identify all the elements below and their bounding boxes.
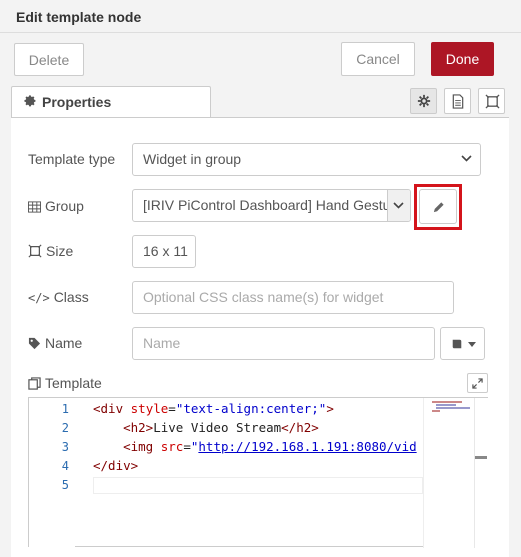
line-number: 2 [61, 421, 69, 435]
frame-icon [28, 244, 42, 258]
name-label: Name [28, 335, 82, 351]
template-label: Template [28, 375, 102, 391]
frame-icon [485, 94, 500, 109]
tab-appearance[interactable] [478, 88, 505, 114]
line-number: 5 [61, 478, 69, 492]
code-line: <img src="http://192.168.1.191:8080/vid [123, 439, 417, 454]
group-value: [IRIV PiControl Dashboard] Hand Gestu [143, 197, 391, 213]
template-editor[interactable]: 1 2 3 4 5 <div style="text-align:center;… [28, 397, 488, 548]
gear-icon [417, 94, 431, 108]
name-icon-picker[interactable] [440, 327, 485, 360]
chevron-down-icon [461, 155, 472, 162]
template-type-label: Template type [28, 151, 116, 167]
code-icon: </> [28, 291, 50, 305]
expand-editor-button[interactable] [467, 373, 488, 393]
tab-description[interactable] [444, 88, 471, 114]
book-icon [452, 339, 462, 349]
tab-label: Properties [42, 94, 112, 110]
group-select[interactable]: [IRIV PiControl Dashboard] Hand Gestu [132, 189, 411, 222]
copy-icon [28, 377, 41, 390]
editor-gutter: 1 2 3 4 5 [29, 398, 75, 548]
caret-down-icon [468, 342, 476, 347]
group-select-toggle[interactable] [387, 190, 410, 221]
cancel-button[interactable]: Cancel [341, 42, 415, 76]
size-button[interactable]: 16 x 11 [132, 235, 196, 268]
done-button[interactable]: Done [431, 42, 494, 76]
dialog-title: Edit template node [16, 9, 142, 25]
group-label: Group [28, 198, 84, 214]
gear-icon [24, 95, 37, 113]
tab-properties[interactable]: Properties [11, 86, 211, 118]
class-label: </> Class [28, 289, 89, 305]
size-label: Size [28, 243, 73, 259]
line-number: 3 [61, 440, 69, 454]
button-bar: Delete Cancel Done [0, 33, 521, 85]
name-input[interactable]: Name [132, 327, 435, 360]
file-icon [452, 94, 464, 109]
chevron-down-icon [393, 202, 404, 209]
line-number: 4 [61, 459, 69, 473]
code-line: <div style="text-align:center;"> [93, 401, 334, 416]
template-type-select[interactable]: Widget in group [132, 143, 481, 176]
current-line-highlight [93, 477, 423, 494]
expand-icon [472, 378, 483, 389]
tab-settings[interactable] [410, 88, 437, 114]
highlight-box [414, 184, 462, 230]
code-line: </div> [93, 458, 139, 473]
editor-scrollbar[interactable] [474, 398, 487, 548]
line-number: 1 [61, 402, 69, 416]
class-input[interactable]: Optional CSS class name(s) for widget [132, 281, 454, 314]
table-icon [28, 201, 41, 213]
tag-icon [28, 337, 41, 350]
dialog-header: Edit template node [0, 0, 521, 33]
delete-button[interactable]: Delete [14, 43, 84, 76]
code-line: <h2>Live Video Stream</h2> [123, 420, 319, 435]
template-type-value: Widget in group [143, 151, 242, 167]
